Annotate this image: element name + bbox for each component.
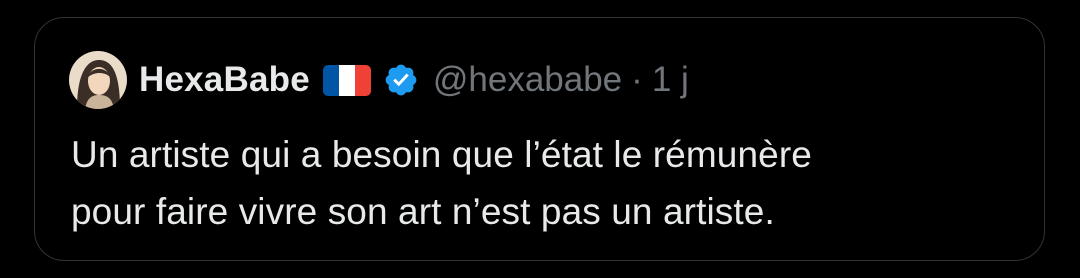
separator-dot: · [631, 60, 643, 99]
author-display-name[interactable]: HexaBabe [139, 60, 310, 100]
tweet-header: HexaBabe @hexababe · 1 j [69, 46, 689, 114]
tweet-text: Un artiste qui a besoin que l’état le ré… [71, 126, 1031, 240]
author-handle[interactable]: @hexababe [433, 60, 622, 100]
avatar[interactable] [69, 51, 127, 109]
tweet-text-line: pour faire vivre son art n’est pas un ar… [71, 191, 775, 232]
timestamp[interactable]: 1 j [652, 60, 689, 100]
avatar-illustration [69, 51, 127, 109]
france-flag-icon [322, 64, 371, 96]
quoted-tweet-card[interactable]: HexaBabe @hexababe · 1 j Un artiste qui … [34, 17, 1045, 261]
verified-badge-icon[interactable] [383, 62, 419, 98]
tweet-text-line: Un artiste qui a besoin que l’état le ré… [71, 134, 812, 175]
